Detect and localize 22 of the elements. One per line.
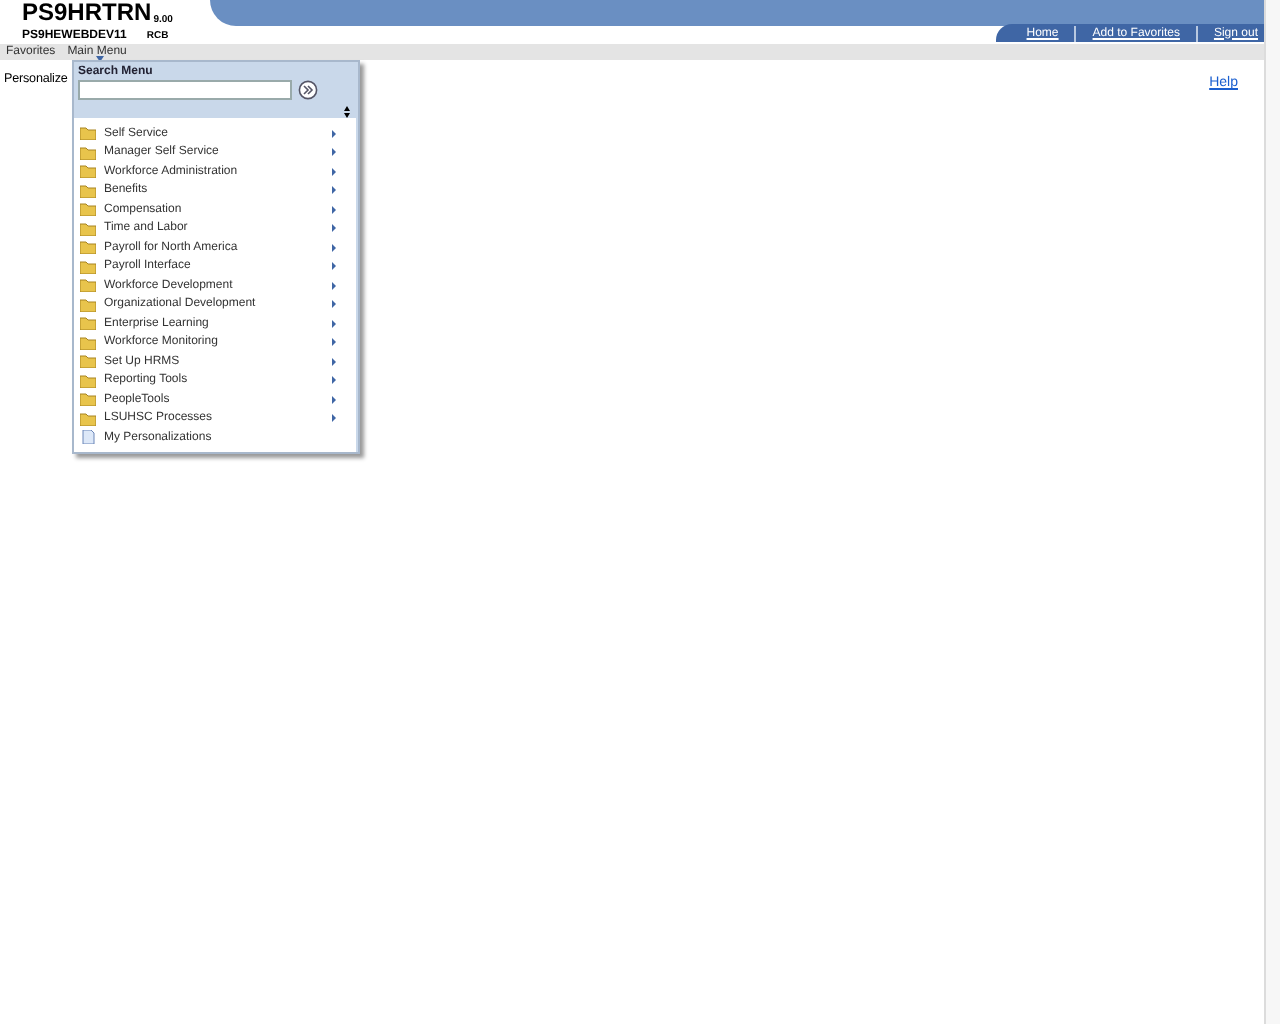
submenu-arrow-icon — [332, 357, 336, 366]
submenu-arrow-icon — [332, 243, 336, 252]
search-go-icon[interactable] — [298, 80, 318, 100]
submenu-arrow-icon — [332, 319, 336, 328]
submenu-arrow-icon — [332, 395, 336, 404]
submenu-arrow-icon — [332, 300, 336, 309]
submenu-arrow-icon — [332, 148, 336, 157]
scrollbar[interactable] — [1264, 0, 1280, 1024]
product-name: PS9HRTRN — [22, 0, 152, 26]
search-field[interactable] — [78, 80, 292, 100]
submenu-arrow-icon — [332, 338, 336, 347]
submenu-arrow-icon — [332, 376, 336, 385]
submenu-arrow-icon — [332, 186, 336, 195]
submenu-arrow-icon — [332, 167, 336, 176]
submenu-arrow-icon — [332, 129, 336, 138]
page-icon — [80, 430, 96, 445]
submenu-arrow-icon — [332, 262, 336, 271]
submenu-arrow-icon — [332, 414, 336, 423]
sort-icon[interactable] — [344, 106, 350, 118]
submenu-arrow-icon — [332, 281, 336, 290]
submenu-arrow-icon — [332, 205, 336, 214]
submenu-arrow-icon — [332, 224, 336, 233]
